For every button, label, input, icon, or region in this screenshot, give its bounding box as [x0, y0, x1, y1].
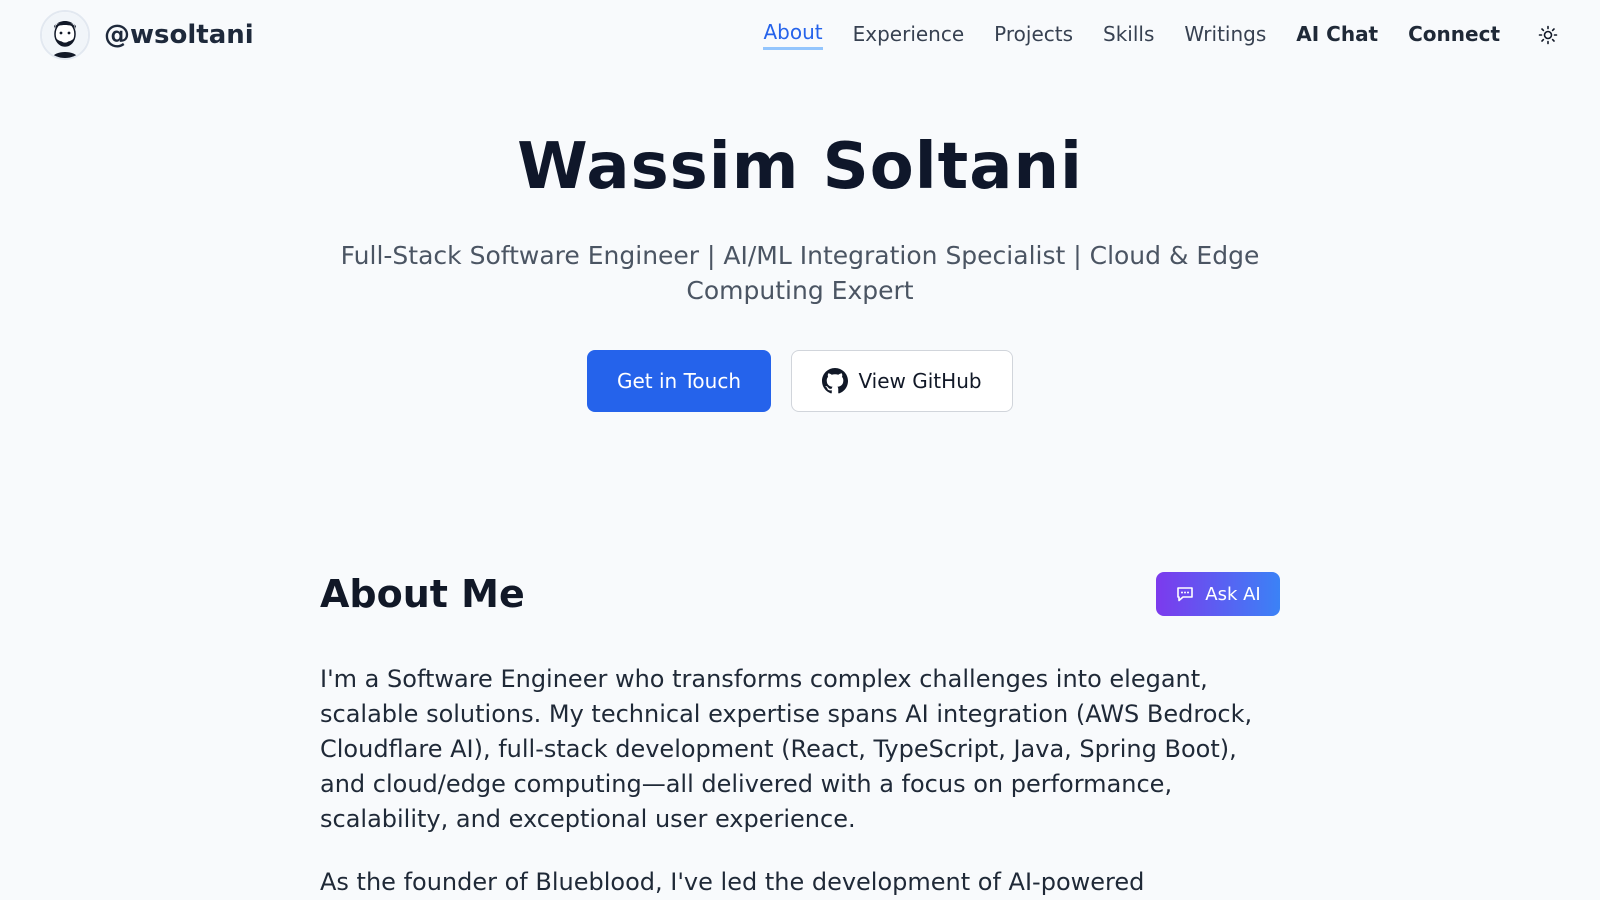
about-section: About Me Ask AI I'm a Software Engineer …: [320, 572, 1280, 900]
theme-toggle-button[interactable]: [1536, 23, 1560, 47]
hero-section: Wassim Soltani Full-Stack Software Engin…: [0, 130, 1600, 412]
avatar: [40, 10, 90, 60]
site-header: @wsoltani About Experience Projects Skil…: [0, 0, 1600, 70]
site-handle: @wsoltani: [104, 20, 254, 50]
nav-connect[interactable]: Connect: [1408, 22, 1500, 49]
nav-about[interactable]: About: [763, 20, 823, 50]
about-paragraph: As the founder of Blueblood, I've led th…: [320, 868, 1145, 896]
ask-ai-button[interactable]: Ask AI: [1156, 572, 1280, 616]
ask-ai-label: Ask AI: [1205, 583, 1261, 605]
nav-experience[interactable]: Experience: [853, 22, 965, 49]
chat-bubble-icon: [1177, 587, 1194, 602]
hero-actions: Get in Touch View GitHub: [0, 350, 1600, 412]
sun-icon: [1538, 25, 1558, 45]
get-in-touch-button[interactable]: Get in Touch: [587, 350, 771, 412]
about-header: About Me Ask AI: [320, 572, 1280, 616]
about-title: About Me: [320, 572, 525, 616]
view-github-button[interactable]: View GitHub: [791, 350, 1013, 412]
view-github-label: View GitHub: [858, 369, 982, 393]
nav-skills[interactable]: Skills: [1103, 22, 1154, 49]
nav-writings[interactable]: Writings: [1184, 22, 1266, 49]
about-paragraph: I'm a Software Engineer who transforms c…: [320, 665, 1253, 833]
nav-projects[interactable]: Projects: [994, 22, 1073, 49]
hero-tagline: Full-Stack Software Engineer | AI/ML Int…: [340, 241, 1260, 305]
github-icon: [822, 368, 849, 394]
main-nav: About Experience Projects Skills Writing…: [763, 20, 1560, 50]
avatar-illustration-icon: [42, 12, 88, 58]
brand-link[interactable]: @wsoltani: [40, 10, 254, 60]
hero-name: Wassim Soltani: [517, 130, 1083, 204]
nav-ai-chat[interactable]: AI Chat: [1296, 22, 1378, 49]
